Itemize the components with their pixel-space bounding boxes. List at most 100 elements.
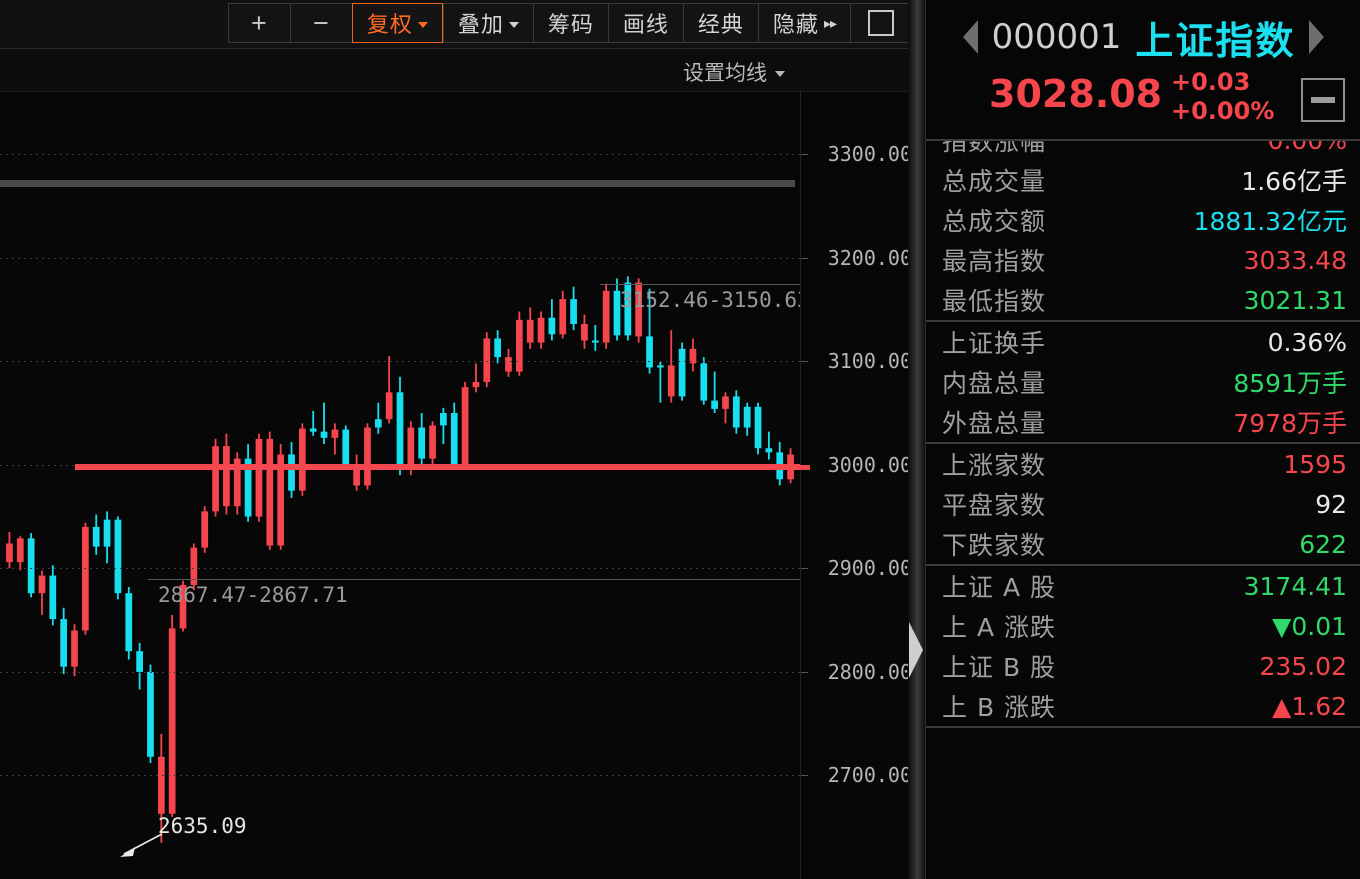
annotation-mid-range: 2867.47-2867.71 bbox=[158, 583, 348, 608]
quote-row[interactable]: 上涨家数 1595 bbox=[926, 444, 1360, 484]
gridline bbox=[0, 257, 800, 259]
quote-row-value: 0.36% bbox=[1267, 327, 1347, 357]
y-axis-tick-label: 2800.00 bbox=[827, 659, 912, 684]
quote-row[interactable]: 下跌家数 622 bbox=[926, 524, 1360, 564]
change-absolute: +0.03 bbox=[1171, 68, 1251, 96]
quote-row[interactable]: 最低指数 3021.31 bbox=[926, 280, 1360, 320]
quote-row-value: 3021.31 bbox=[1243, 285, 1347, 315]
chevron-down-icon bbox=[508, 21, 519, 28]
quote-row[interactable]: 上 A 涨跌 ▼0.01 bbox=[926, 606, 1360, 646]
y-axis-tick-mark bbox=[801, 154, 808, 156]
quote-row[interactable]: 内盘总量 8591万手 bbox=[926, 362, 1360, 402]
quote-row-label: 上证 A 股 bbox=[942, 573, 1056, 602]
reference-price-tick bbox=[800, 464, 810, 470]
fullscreen-button[interactable] bbox=[850, 3, 912, 43]
overlay-button[interactable]: 叠加 bbox=[442, 3, 533, 43]
quote-header: 000001 上证指数 3028.08 +0.03 +0.00% bbox=[926, 0, 1360, 141]
quote-row[interactable]: 上证换手 0.36% bbox=[926, 322, 1360, 362]
y-axis-tick-label: 3200.00 bbox=[827, 245, 912, 270]
prev-symbol-arrow-icon[interactable] bbox=[962, 20, 978, 54]
y-axis-tick-label: 3300.00 bbox=[827, 142, 912, 167]
quote-row-label: 下跌家数 bbox=[942, 531, 1047, 560]
quote-row-label: 内盘总量 bbox=[942, 369, 1047, 398]
symbol-title-row: 000001 上证指数 bbox=[926, 8, 1360, 66]
chevron-down-icon bbox=[775, 70, 785, 77]
chips-button[interactable]: 筹码 bbox=[532, 3, 608, 43]
draw-line-label: 画线 bbox=[622, 12, 669, 37]
quote-row-label: 总成交量 bbox=[942, 167, 1047, 196]
quote-row[interactable]: 上证 B 股 235.02 bbox=[926, 646, 1360, 686]
quote-row[interactable]: 平盘家数 92 bbox=[926, 484, 1360, 524]
change-percent: +0.00% bbox=[1171, 97, 1275, 126]
quote-row[interactable]: 总成交量 1.66亿手 bbox=[926, 160, 1360, 200]
zoom-in-button[interactable]: + bbox=[227, 3, 290, 43]
low-pointer-arrow-icon bbox=[120, 833, 163, 857]
hide-button[interactable]: 隐藏 ▸▸ bbox=[757, 3, 850, 43]
quote-row-label: 总成交额 bbox=[942, 207, 1047, 236]
quote-panel: 000001 上证指数 3028.08 +0.03 +0.00% 最新指数302… bbox=[925, 0, 1360, 879]
change-block: +0.03 +0.00% bbox=[1171, 68, 1274, 127]
draw-line-button[interactable]: 画线 bbox=[607, 3, 683, 43]
quote-row-value: 1881.32亿元 bbox=[1193, 207, 1347, 236]
expand-icon bbox=[868, 10, 894, 36]
quote-row[interactable]: 外盘总量 7978万手 bbox=[926, 402, 1360, 442]
overlay-label: 叠加 bbox=[457, 12, 504, 37]
candlestick-series bbox=[6, 276, 794, 843]
quote-row[interactable]: 最高指数 3033.48 bbox=[926, 240, 1360, 280]
quote-row-value: ▼0.01 bbox=[1272, 611, 1347, 641]
next-symbol-arrow-icon[interactable] bbox=[1309, 20, 1325, 54]
reference-price-line bbox=[75, 463, 800, 470]
hide-label: 隐藏 bbox=[772, 12, 819, 37]
quote-row-label: 上涨家数 bbox=[942, 451, 1047, 480]
ma-setting-label: 设置均线 bbox=[683, 61, 767, 85]
y-axis-tick-label: 3100.00 bbox=[827, 349, 912, 374]
quote-row-value: 1595 bbox=[1283, 449, 1347, 479]
annotation-top-range: 3152.46-3150.63 bbox=[620, 288, 800, 313]
y-axis-tick-mark bbox=[801, 671, 808, 673]
y-axis-tick-label: 2700.00 bbox=[827, 763, 912, 788]
quote-row-value: 7978万手 bbox=[1233, 409, 1347, 438]
quote-row-label: 上 A 涨跌 bbox=[942, 613, 1056, 642]
quote-row-label: 最低指数 bbox=[942, 287, 1047, 316]
quote-row-value: 622 bbox=[1299, 529, 1347, 559]
quote-group: 上证 A 股 3174.41 上 A 涨跌 ▼0.01 上证 B 股 235.02 上 B … bbox=[926, 566, 1360, 728]
y-axis-tick-mark bbox=[801, 257, 808, 259]
y-axis-tick-mark bbox=[801, 775, 808, 777]
collapse-panel-button[interactable] bbox=[1301, 78, 1345, 122]
quote-row[interactable]: 总成交额 1881.32亿元 bbox=[926, 200, 1360, 240]
quote-row-label: 上证 B 股 bbox=[942, 653, 1057, 682]
quote-group: 上证换手 0.36% 内盘总量 8591万手外盘总量 7978万手 bbox=[926, 322, 1360, 444]
pane-splitter[interactable] bbox=[908, 0, 925, 879]
quote-row-label: 最高指数 bbox=[942, 247, 1047, 276]
classic-button[interactable]: 经典 bbox=[682, 3, 758, 43]
gridline bbox=[0, 775, 800, 777]
minus-icon bbox=[1311, 97, 1335, 103]
chevron-down-icon bbox=[417, 21, 428, 28]
quote-row[interactable]: 上证 A 股 3174.41 bbox=[926, 566, 1360, 606]
quote-row-label: 上 B 涨跌 bbox=[942, 693, 1057, 722]
quote-row-value: 1.66亿手 bbox=[1241, 167, 1347, 196]
annotation-low-value: 2635.09 bbox=[158, 814, 247, 839]
y-axis-tick-label: 2900.00 bbox=[827, 556, 912, 581]
candlestick-plot[interactable]: 3152.46-3150.63 2867.47-2867.71 2635.09 bbox=[0, 92, 800, 879]
chart-toolbar: + − 复权 叠加 筹码 画线 经典 隐藏 ▸▸ bbox=[0, 0, 925, 49]
symbol-code: 000001 bbox=[991, 17, 1122, 57]
y-axis-tick-label: 3000.00 bbox=[827, 452, 912, 477]
chips-label: 筹码 bbox=[547, 12, 594, 37]
quote-row-value: 3033.48 bbox=[1243, 245, 1347, 275]
quote-row-label: 外盘总量 bbox=[942, 409, 1047, 438]
splitter-collapse-handle[interactable] bbox=[909, 622, 923, 678]
quote-group: 上涨家数 1595 平盘家数 92 下跌家数 622 bbox=[926, 444, 1360, 566]
ma-setting-dropdown[interactable]: 设置均线 bbox=[683, 57, 785, 87]
gridline bbox=[0, 568, 800, 570]
quote-row-value: 235.02 bbox=[1259, 651, 1347, 681]
quote-row-value: 8591万手 bbox=[1233, 369, 1347, 398]
quote-row-label: 平盘家数 bbox=[942, 491, 1047, 520]
y-axis-tick-mark bbox=[801, 568, 808, 570]
double-chevron-right-icon: ▸▸ bbox=[823, 14, 837, 31]
zoom-out-button[interactable]: − bbox=[289, 3, 352, 43]
quote-row[interactable]: 上 B 涨跌 ▲1.62 bbox=[926, 686, 1360, 726]
minus-icon: − bbox=[312, 7, 330, 38]
adjust-price-button[interactable]: 复权 bbox=[351, 3, 443, 43]
quote-row-label: 上证换手 bbox=[942, 329, 1047, 358]
